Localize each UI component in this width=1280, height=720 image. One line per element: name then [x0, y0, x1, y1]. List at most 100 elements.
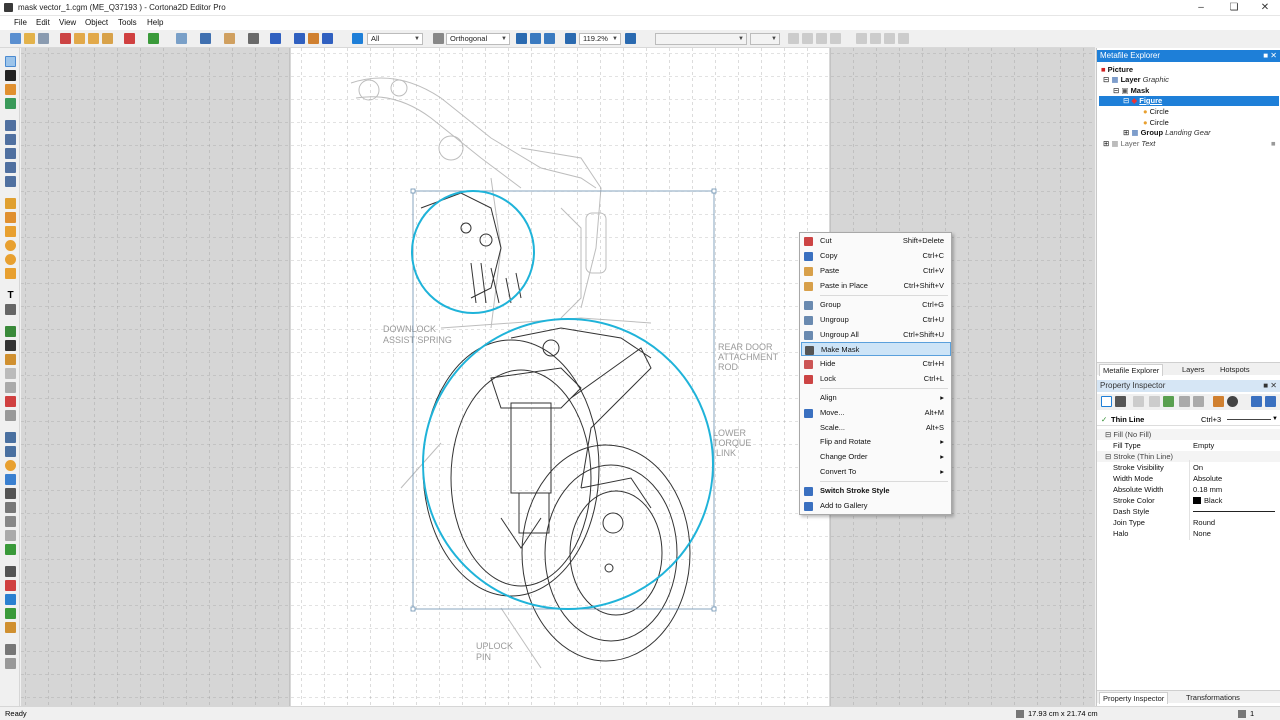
fill-mode-icon[interactable]	[1115, 396, 1126, 407]
menu-item-ungroup[interactable]: Ungroup Ctrl+U	[801, 313, 951, 327]
bezier-tool-icon[interactable]	[5, 148, 16, 159]
paste-special-icon[interactable]	[102, 33, 113, 44]
menu-item-copy[interactable]: Copy Ctrl+C	[801, 249, 951, 263]
line-tool-icon[interactable]	[5, 120, 16, 131]
menu-edit[interactable]: Edit	[36, 18, 50, 27]
pencil-tool-icon[interactable]	[5, 580, 16, 591]
hand-tool-icon[interactable]	[5, 658, 16, 669]
menu-item-ungroup-all[interactable]: Ungroup All Ctrl+Shift+U	[801, 328, 951, 342]
menu-item-hide[interactable]: Hide Ctrl+H	[801, 357, 951, 371]
tree-item-layer-text[interactable]: ⊞ ▦ Layer Text	[1103, 139, 1155, 148]
table-tool-icon[interactable]	[5, 516, 16, 527]
align-icon[interactable]	[200, 33, 211, 44]
select-tool-icon[interactable]	[5, 56, 16, 67]
zoom-page-icon[interactable]	[530, 33, 541, 44]
node-icon[interactable]	[322, 33, 333, 44]
stamp-tool-icon[interactable]	[5, 622, 16, 633]
rotate-icon[interactable]	[248, 33, 259, 44]
text-bg-icon[interactable]	[884, 33, 895, 44]
layer-lock-icon[interactable]: ■	[1271, 139, 1276, 148]
knife-tool-icon[interactable]	[5, 566, 16, 577]
open-icon[interactable]	[24, 33, 35, 44]
minimize-icon[interactable]: –	[1186, 0, 1216, 16]
snap-icon[interactable]	[308, 33, 319, 44]
italic-icon[interactable]	[816, 33, 827, 44]
callout-tool-icon[interactable]	[5, 432, 16, 443]
menu-item-convert-to[interactable]: Convert To ▸	[801, 465, 951, 479]
menu-item-change-order[interactable]: Change Order ▸	[801, 450, 951, 464]
pie-tool-icon[interactable]	[5, 268, 16, 279]
menu-item-align[interactable]: Align ▸	[801, 391, 951, 405]
menu-view[interactable]: View	[59, 18, 76, 27]
tree-item-circle-1[interactable]: ● Circle	[1143, 107, 1169, 116]
fill-tool-icon[interactable]	[5, 198, 16, 209]
tree-item-layer-graphic[interactable]: ⊟ ▦ Layer Graphic	[1103, 75, 1169, 84]
paint-bucket-icon[interactable]	[5, 608, 16, 619]
text-case-icon[interactable]	[788, 33, 799, 44]
menu-file[interactable]: File	[14, 18, 27, 27]
pan-tool-icon[interactable]	[5, 84, 16, 95]
arc-tool-icon[interactable]	[5, 162, 16, 173]
tree-item-figure[interactable]: ⊟ ◆ Figure	[1099, 96, 1279, 106]
text-align-icon[interactable]	[856, 33, 867, 44]
menu-item-add-to-gallery[interactable]: Add to Gallery	[801, 499, 951, 513]
zoom-tool-icon[interactable]	[5, 98, 16, 109]
check-style-icon[interactable]	[1163, 396, 1174, 407]
text-more-icon[interactable]	[898, 33, 909, 44]
style-dropdown-icon[interactable]: ▼	[1272, 413, 1278, 426]
hotspot-tool-icon[interactable]	[5, 340, 16, 351]
dimension-tool-icon[interactable]	[5, 446, 16, 457]
redo-icon[interactable]	[148, 33, 159, 44]
direct-select-icon[interactable]	[5, 70, 16, 81]
filter-icon[interactable]	[352, 33, 363, 44]
zoom-out-icon[interactable]	[565, 33, 576, 44]
maximize-icon[interactable]: ❏	[1219, 0, 1249, 16]
circle-arc-icon[interactable]	[5, 176, 16, 187]
pen-style-icon[interactable]	[1149, 396, 1160, 407]
menu-object[interactable]: Object	[85, 18, 108, 27]
menu-item-flip-rotate[interactable]: Flip and Rotate ▸	[801, 435, 951, 449]
menu-item-paste[interactable]: Paste Ctrl+V	[801, 264, 951, 278]
copy-icon[interactable]	[74, 33, 85, 44]
new-icon[interactable]	[10, 33, 21, 44]
prop-fill-type[interactable]: Fill Type Empty	[1097, 440, 1280, 451]
ortho-icon[interactable]	[433, 33, 444, 44]
tab-metafile-explorer[interactable]: Metafile Explorer	[1099, 364, 1164, 376]
zoom-in-icon[interactable]	[625, 33, 636, 44]
tab-layers[interactable]: Layers	[1179, 364, 1208, 375]
panel-pin-icon[interactable]: ■ ✕	[1263, 50, 1277, 62]
polyline-tool-icon[interactable]	[5, 134, 16, 145]
style-list-icon[interactable]	[1251, 396, 1262, 407]
text-color-icon[interactable]	[870, 33, 881, 44]
zoom-select[interactable]: 119.2% ▼	[579, 33, 621, 45]
note-tool-icon[interactable]	[5, 502, 16, 513]
menu-item-scale[interactable]: Scale... Alt+S	[801, 421, 951, 435]
tab-transformations[interactable]: Transformations	[1183, 692, 1243, 703]
section-fill[interactable]: ⊟ Fill (No Fill)	[1097, 429, 1280, 440]
tab-hotspots[interactable]: Hotspots	[1217, 364, 1253, 375]
cut-icon[interactable]	[60, 33, 71, 44]
connector-tool-icon[interactable]	[5, 544, 16, 555]
leader-tool-icon[interactable]	[5, 488, 16, 499]
bubble-tool-icon[interactable]	[5, 460, 16, 471]
transform-icon[interactable]	[294, 33, 305, 44]
tree-item-picture[interactable]: ■ Picture	[1101, 65, 1133, 74]
text-box-icon[interactable]	[5, 304, 16, 315]
inspector-pin-icon[interactable]: ■ ✕	[1263, 380, 1277, 392]
filter-select[interactable]: All ▼	[367, 33, 423, 45]
close-icon[interactable]: ✕	[1250, 0, 1280, 16]
handle-bl[interactable]	[410, 606, 416, 612]
eyedropper-icon[interactable]	[5, 594, 16, 605]
menu-help[interactable]: Help	[147, 18, 163, 27]
style-sort-icon[interactable]	[1265, 396, 1276, 407]
gradient-tool-icon[interactable]	[5, 368, 16, 379]
menu-item-group[interactable]: Group Ctrl+G	[801, 298, 951, 312]
select-all-icon[interactable]	[176, 33, 187, 44]
menu-item-paste-in-place[interactable]: Paste in Place Ctrl+Shift+V	[801, 279, 951, 293]
brush-style-icon[interactable]	[1179, 396, 1190, 407]
arrow-style-icon[interactable]	[1193, 396, 1204, 407]
shape-tool-icon[interactable]	[5, 396, 16, 407]
style-selector[interactable]: ✓ Thin Line Ctrl+3 ▼	[1097, 413, 1280, 426]
tree-item-group-landing-gear[interactable]: ⊞ ▦ Group Landing Gear	[1123, 128, 1211, 137]
menu-item-move[interactable]: Move... Alt+M	[801, 406, 951, 420]
